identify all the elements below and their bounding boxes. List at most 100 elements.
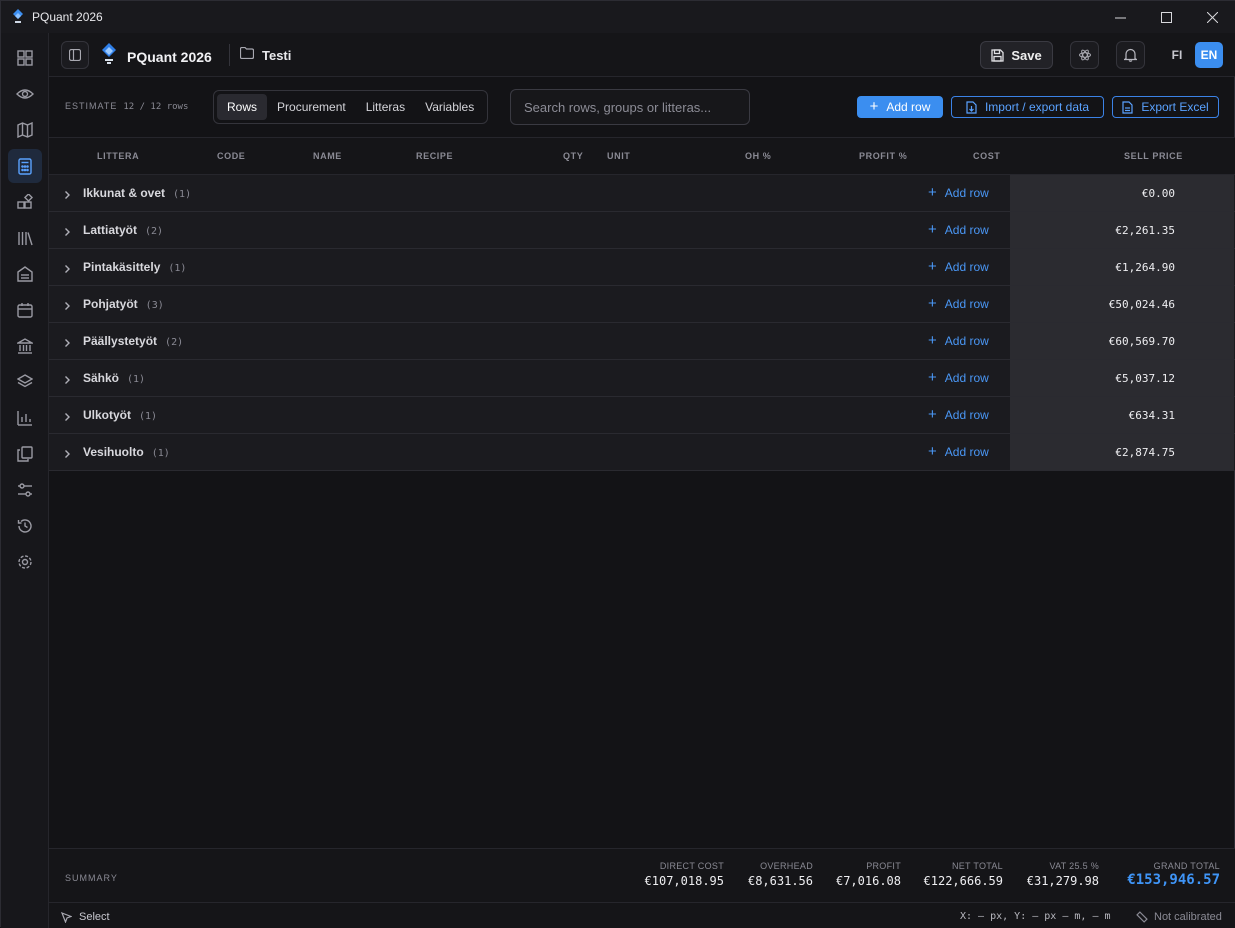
- chart-icon[interactable]: [8, 401, 42, 435]
- window-titlebar[interactable]: PQuant 2026: [1, 1, 1235, 33]
- sliders-icon[interactable]: [8, 473, 42, 507]
- group-row[interactable]: Sähkö (1) + Add row €5,037.12: [49, 360, 1235, 397]
- summary-item-value: €107,018.95: [644, 874, 724, 888]
- group-row[interactable]: Päällystetyöt (2) + Add row €60,569.70: [49, 323, 1235, 360]
- group-row[interactable]: Lattiatyöt (2) + Add row €2,261.35: [49, 212, 1235, 249]
- export-excel-button[interactable]: Export Excel: [1112, 96, 1219, 118]
- cursor-icon: [61, 911, 72, 923]
- table-header: LITTERA CODE NAME RECIPE QTY UNIT OH % P…: [49, 138, 1235, 175]
- sell-price-cell: €2,874.75: [1010, 434, 1234, 470]
- group-count: (1): [127, 374, 146, 385]
- save-button[interactable]: Save: [980, 41, 1053, 69]
- chevron-right-icon[interactable]: [64, 372, 71, 390]
- components-icon[interactable]: [8, 185, 42, 219]
- chevron-right-icon[interactable]: [64, 335, 71, 353]
- plus-icon: +: [869, 98, 879, 115]
- settings-icon[interactable]: [8, 545, 42, 579]
- group-add-row-button[interactable]: + Add row: [928, 407, 989, 422]
- calibration-label: Not calibrated: [1154, 911, 1222, 923]
- tab-variables[interactable]: Variables: [415, 94, 484, 120]
- chevron-right-icon[interactable]: [64, 298, 71, 316]
- tab-procurement[interactable]: Procurement: [267, 94, 356, 120]
- chevron-right-icon[interactable]: [64, 187, 71, 205]
- group-add-row-button[interactable]: + Add row: [928, 444, 989, 459]
- sell-price-cell: €5,037.12: [1010, 360, 1234, 396]
- group-count: (1): [173, 189, 192, 200]
- calendar-icon[interactable]: [8, 293, 42, 327]
- group-add-row-label: Add row: [944, 334, 989, 348]
- group-row[interactable]: Pintakäsittely (1) + Add row €1,264.90: [49, 249, 1235, 286]
- calculator-icon[interactable]: [8, 149, 42, 183]
- group-name: Pintakäsittely: [83, 260, 161, 274]
- col-qty[interactable]: QTY: [563, 151, 583, 161]
- map-icon[interactable]: [8, 113, 42, 147]
- view-tabs: Rows Procurement Litteras Variables: [213, 90, 489, 124]
- col-cost[interactable]: COST: [973, 151, 1000, 161]
- maximize-icon[interactable]: [1143, 1, 1189, 33]
- tab-rows[interactable]: Rows: [217, 94, 268, 120]
- group-name: Vesihuolto: [83, 445, 144, 459]
- group-name: Lattiatyöt: [83, 223, 137, 237]
- group-row[interactable]: Ulkotyöt (1) + Add row €634.31: [49, 397, 1235, 434]
- app-window: PQuant 2026 PQuant 2026 Testi Save FI EN…: [0, 0, 1235, 928]
- ruler-icon: [1136, 911, 1148, 923]
- chevron-right-icon[interactable]: [64, 261, 71, 279]
- library-icon[interactable]: [8, 221, 42, 255]
- summary-label: SUMMARY: [65, 873, 118, 883]
- eye-icon[interactable]: [8, 77, 42, 111]
- group-row[interactable]: Vesihuolto (1) + Add row €2,874.75: [49, 434, 1235, 471]
- atom-icon: [1078, 49, 1091, 61]
- group-add-row-button[interactable]: + Add row: [928, 184, 989, 201]
- summary-item-value: €31,279.98: [1026, 874, 1099, 888]
- col-code[interactable]: CODE: [217, 151, 245, 161]
- import-export-button[interactable]: Import / export data: [951, 96, 1104, 118]
- bank-icon[interactable]: [8, 329, 42, 363]
- plus-icon: +: [928, 184, 937, 201]
- calibration-status[interactable]: Not calibrated: [1136, 911, 1222, 923]
- breadcrumb[interactable]: Testi: [229, 44, 291, 66]
- lang-en-button[interactable]: EN: [1195, 42, 1223, 68]
- atom-button[interactable]: [1070, 41, 1099, 69]
- minimize-icon[interactable]: [1097, 1, 1143, 33]
- group-add-row-button[interactable]: + Add row: [928, 332, 989, 349]
- col-oh[interactable]: OH %: [745, 151, 771, 161]
- dashboard-icon[interactable]: [8, 41, 42, 75]
- estimate-label: ESTIMATE 12 / 12 rows: [65, 101, 188, 112]
- add-row-button[interactable]: + Add row: [857, 96, 943, 118]
- chevron-right-icon[interactable]: [64, 409, 71, 427]
- plus-icon: +: [928, 332, 937, 349]
- row-count: 12 / 12 rows: [123, 102, 189, 112]
- sell-price-cell: €50,024.46: [1010, 286, 1234, 322]
- plus-icon: +: [928, 258, 937, 275]
- group-add-row-button[interactable]: + Add row: [928, 370, 989, 385]
- group-add-row-label: Add row: [944, 260, 989, 274]
- col-recipe[interactable]: RECIPE: [416, 151, 453, 161]
- summary-item-label: OVERHEAD: [760, 861, 813, 871]
- col-name[interactable]: NAME: [313, 151, 342, 161]
- col-unit[interactable]: UNIT: [607, 151, 630, 161]
- group-add-row-button[interactable]: + Add row: [928, 296, 989, 311]
- col-profit[interactable]: PROFIT %: [859, 151, 907, 161]
- group-add-row-button[interactable]: + Add row: [928, 258, 989, 275]
- sell-price-cell: €0.00: [1010, 175, 1234, 211]
- sidebar-toggle-button[interactable]: [61, 41, 89, 69]
- chevron-right-icon[interactable]: [64, 224, 71, 242]
- close-icon[interactable]: [1189, 1, 1235, 33]
- search-input[interactable]: Search rows, groups or litteras...: [510, 89, 750, 125]
- group-row[interactable]: Ikkunat & ovet (1) + Add row €0.00: [49, 175, 1235, 212]
- tool-indicator[interactable]: Select: [61, 911, 110, 923]
- history-icon[interactable]: [8, 509, 42, 543]
- lang-fi-button[interactable]: FI: [1163, 42, 1191, 68]
- layers-icon[interactable]: [8, 365, 42, 399]
- tab-litteras[interactable]: Litteras: [356, 94, 415, 120]
- sell-price-cell: €634.31: [1010, 397, 1234, 433]
- notifications-button[interactable]: [1116, 41, 1145, 69]
- col-sell-price[interactable]: SELL PRICE: [1124, 151, 1183, 161]
- summary-item-label: GRAND TOTAL: [1153, 861, 1220, 871]
- chevron-right-icon[interactable]: [64, 446, 71, 464]
- warehouse-icon[interactable]: [8, 257, 42, 291]
- group-add-row-button[interactable]: + Add row: [928, 222, 989, 237]
- documents-icon[interactable]: [8, 437, 42, 471]
- col-littera[interactable]: LITTERA: [97, 151, 139, 161]
- group-row[interactable]: Pohjatyöt (3) + Add row €50,024.46: [49, 286, 1235, 323]
